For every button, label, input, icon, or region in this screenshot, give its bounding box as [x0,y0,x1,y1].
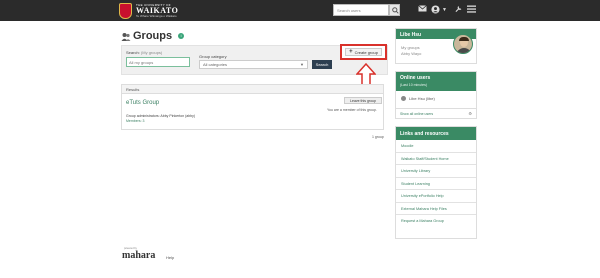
user-link[interactable]: Abby Wayo [401,51,421,57]
group-link[interactable]: eTuts Group [126,100,159,106]
group-members-link[interactable]: Members: 3 [126,119,144,123]
member-note: You are a member of this group. [327,108,377,112]
group-search-input[interactable]: All my groups [126,57,190,67]
groups-icon [121,32,131,41]
plus-icon: + [349,49,353,55]
chevron-down-icon[interactable]: ▼ [442,5,447,15]
category-label: Group category [199,54,227,59]
resource-link[interactable]: Waikato Staff/Student Home [396,153,476,165]
resource-link[interactable]: Student Learning [396,178,476,190]
search-label: Search: (My groups) [126,50,163,55]
search-users-button[interactable] [389,4,400,16]
leave-group-button[interactable]: Leave this group [344,97,382,104]
search-users-input[interactable]: Search users [333,4,389,16]
show-all-online-link[interactable]: Show all online users ⚙ [396,108,476,118]
results-header: Results [122,85,383,94]
resource-link[interactable]: Moodle [396,140,476,153]
online-users-block: Online users (Last 10 minutes) Libe Hsu … [395,71,477,119]
help-link[interactable]: Help [166,255,174,260]
logo-sub-text: Te Whare Wānanga o Waikato [136,13,177,18]
resource-link[interactable]: University Library [396,165,476,178]
create-group-button[interactable]: + Create group [340,44,387,60]
links-resources-block: Links and resources Moodle Waikato Staff… [395,126,477,239]
results-panel: Results eTuts Group Leave this group You… [121,84,384,130]
links-title: Links and resources [396,127,476,140]
user-profile-block: Libe Hsu My groups Abby Wayo [395,28,477,64]
resource-link[interactable]: University ePortfolio Help [396,190,476,203]
site-header: THE UNIVERSITY OF WAIKATO Te Whare Wānan… [0,0,600,21]
chevron-down-icon: ▼ [300,62,304,67]
create-group-label: Create group [354,49,378,55]
user-avatar-icon [401,96,406,101]
page-title: Groups [133,30,173,42]
category-select[interactable]: All categories ▼ [199,60,308,69]
wrench-icon[interactable] [455,5,462,17]
user-icon[interactable] [431,5,440,18]
online-users-title: Online users [400,75,431,81]
info-icon[interactable]: i [178,33,185,39]
page-title-row: Groups i [121,30,185,42]
university-logo[interactable]: THE UNIVERSITY OF WAIKATO Te Whare Wānan… [119,1,178,20]
envelope-icon[interactable] [418,5,427,16]
search-button[interactable]: Search [312,60,332,69]
search-icon [392,7,399,14]
mahara-logo[interactable]: powered by mahara [122,247,155,261]
menu-icon[interactable] [467,5,476,17]
group-count: 1 group [372,135,384,139]
group-administrators: Group administrators: Abby Pinkerton (ab… [126,114,196,118]
gear-icon[interactable]: ⚙ [468,111,472,116]
avatar[interactable] [453,34,473,54]
crest-icon [119,2,132,19]
online-users-subtitle: (Last 10 minutes) [400,83,428,87]
resource-link[interactable]: External Mahara Help Files [396,203,476,215]
online-user-item[interactable]: Libe Hsu (libe) [401,96,435,101]
resource-link[interactable]: Request a Mahara Group [396,215,476,228]
